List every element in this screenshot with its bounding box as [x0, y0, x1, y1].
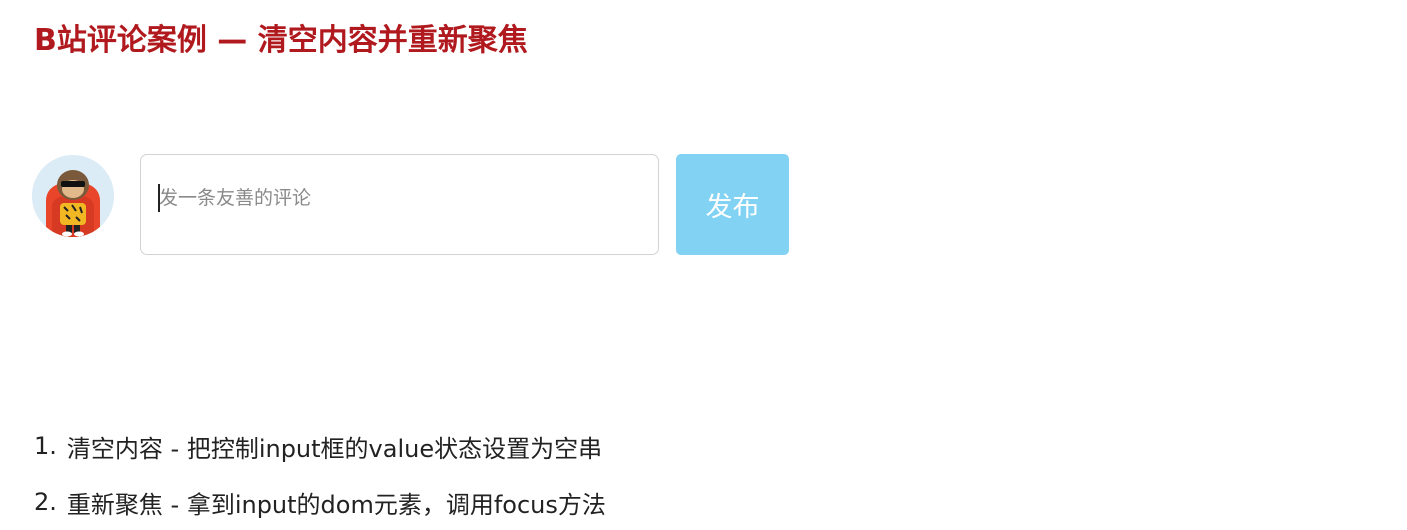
list-item-number: 2. [34, 488, 57, 516]
list-item: 1. 清空内容 - 把控制input框的value状态设置为空串 [34, 418, 606, 474]
page-title: B站评论案例 — 清空内容并重新聚焦 [34, 23, 528, 58]
comment-input[interactable] [140, 154, 659, 255]
avatar-image-icon [32, 155, 114, 237]
list-item-number: 1. [34, 432, 57, 460]
avatar [32, 155, 114, 237]
notes-list: 1. 清空内容 - 把控制input框的value状态设置为空串 2. 重新聚焦… [34, 418, 606, 530]
list-item-text: 重新聚焦 - 拿到input的dom元素，调用focus方法 [66, 490, 606, 519]
publish-button[interactable]: 发布 [676, 154, 789, 255]
text-caret [158, 184, 160, 212]
list-item-text: 清空内容 - 把控制input框的value状态设置为空串 [66, 434, 603, 463]
